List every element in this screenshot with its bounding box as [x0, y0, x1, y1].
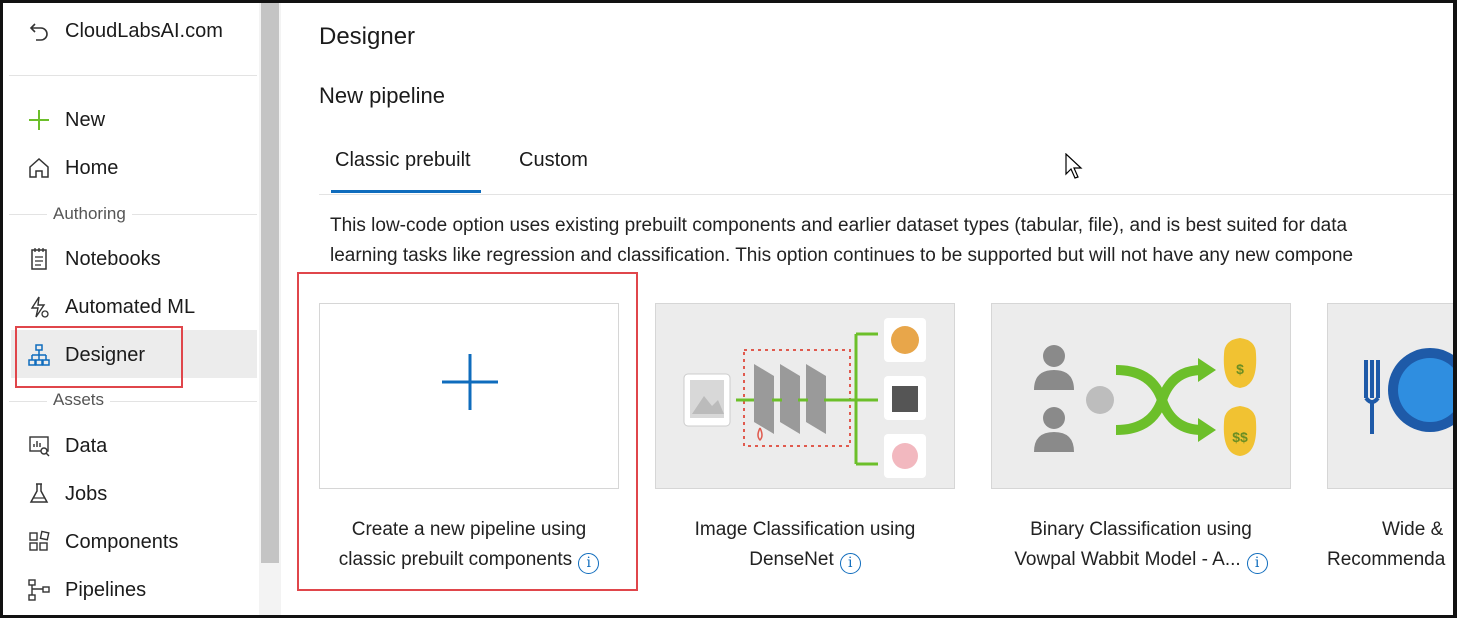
description-line: learning tasks like regression and class… — [330, 245, 1354, 266]
workspace-back-link[interactable]: CloudLabsAI.com — [25, 13, 223, 49]
tab-custom[interactable]: Custom — [519, 149, 588, 172]
recommendation-illustration — [1364, 348, 1453, 434]
sidebar-item-pipelines[interactable]: Pipelines — [25, 572, 146, 608]
vowpal-wabbit-sample-card[interactable]: $ $$ — [991, 303, 1291, 489]
tab-divider — [319, 194, 1453, 195]
back-arrow-icon — [25, 17, 53, 45]
sidebar-item-notebooks[interactable]: Notebooks — [25, 241, 161, 277]
home-icon — [25, 154, 53, 182]
sidebar-item-home[interactable]: Home — [25, 150, 118, 186]
description-line: This low-code option uses existing prebu… — [330, 215, 1348, 236]
densenet-sample-card[interactable] — [655, 303, 955, 489]
sidebar-item-label: Jobs — [65, 482, 108, 505]
sidebar-item-automated-ml[interactable]: Automated ML — [25, 289, 195, 325]
binary-classification-illustration: $ $$ — [1034, 338, 1257, 456]
app-window: CloudLabsAI.com New Home Authoring Noteb… — [0, 0, 1457, 618]
automated-ml-icon — [25, 293, 53, 321]
section-heading-assets: Assets — [47, 390, 111, 410]
vowpal-wabbit-card-title[interactable]: Binary Classification using Vowpal Wabbi… — [976, 515, 1306, 575]
sidebar-item-label: Data — [65, 434, 108, 457]
section-heading-authoring: Authoring — [47, 204, 132, 224]
plus-icon — [25, 106, 53, 134]
components-icon — [25, 528, 53, 556]
card-title-line: Recommenda — [1327, 549, 1446, 570]
workspace-name: CloudLabsAI.com — [65, 19, 223, 42]
sidebar-item-label: Home — [65, 156, 119, 179]
page-title: Designer — [319, 23, 416, 50]
divider — [9, 75, 257, 76]
sidebar-scrollbar[interactable] — [259, 3, 281, 615]
sidebar-item-label: Notebooks — [65, 247, 161, 270]
sidebar-item-components[interactable]: Components — [25, 524, 178, 560]
notebook-icon — [25, 245, 53, 273]
data-icon — [25, 432, 53, 460]
card-title-line: Vowpal Wabbit Model - A... — [1014, 549, 1241, 570]
card-title-line: Binary Classification using — [1030, 519, 1252, 540]
mouse-cursor-icon — [1065, 153, 1083, 179]
densenet-card-title[interactable]: Image Classification using DenseNet i — [640, 515, 970, 575]
svg-text:$: $ — [1236, 361, 1244, 377]
new-pipeline-highlight-box — [297, 272, 638, 591]
sidebar-item-jobs[interactable]: Jobs — [25, 476, 107, 512]
wide-deep-sample-card[interactable] — [1327, 303, 1453, 489]
card-title-line: Image Classification using — [694, 519, 916, 540]
card-title-line: Wide & — [1382, 519, 1444, 540]
description: This low-code option uses existing prebu… — [330, 211, 1453, 271]
pipelines-icon — [25, 576, 53, 604]
info-icon[interactable]: i — [839, 553, 861, 574]
sidebar-item-data[interactable]: Data — [25, 428, 107, 464]
sidebar-item-label: Pipelines — [65, 578, 147, 601]
sidebar-item-label: New — [65, 108, 106, 131]
info-icon[interactable]: i — [1246, 553, 1268, 574]
svg-text:$$: $$ — [1232, 429, 1248, 445]
designer-highlight-box — [15, 326, 183, 388]
selected-tab-indicator — [331, 190, 481, 193]
sidebar: CloudLabsAI.com New Home Authoring Noteb… — [3, 3, 259, 615]
sidebar-item-new[interactable]: New — [25, 102, 105, 138]
section-title: New pipeline — [319, 83, 445, 108]
sidebar-item-label: Components — [65, 530, 179, 553]
scrollbar-thumb[interactable] — [261, 3, 279, 563]
tab-classic-prebuilt[interactable]: Classic prebuilt — [335, 149, 471, 172]
card-title-line: DenseNet — [749, 549, 834, 570]
wide-deep-card-title[interactable]: Wide & Recommenda — [1312, 515, 1453, 575]
main-content: Designer New pipeline Classic prebuilt C… — [283, 3, 1453, 615]
image-classification-illustration — [683, 318, 926, 478]
sidebar-item-label: Automated ML — [65, 295, 196, 318]
jobs-flask-icon — [25, 480, 53, 508]
